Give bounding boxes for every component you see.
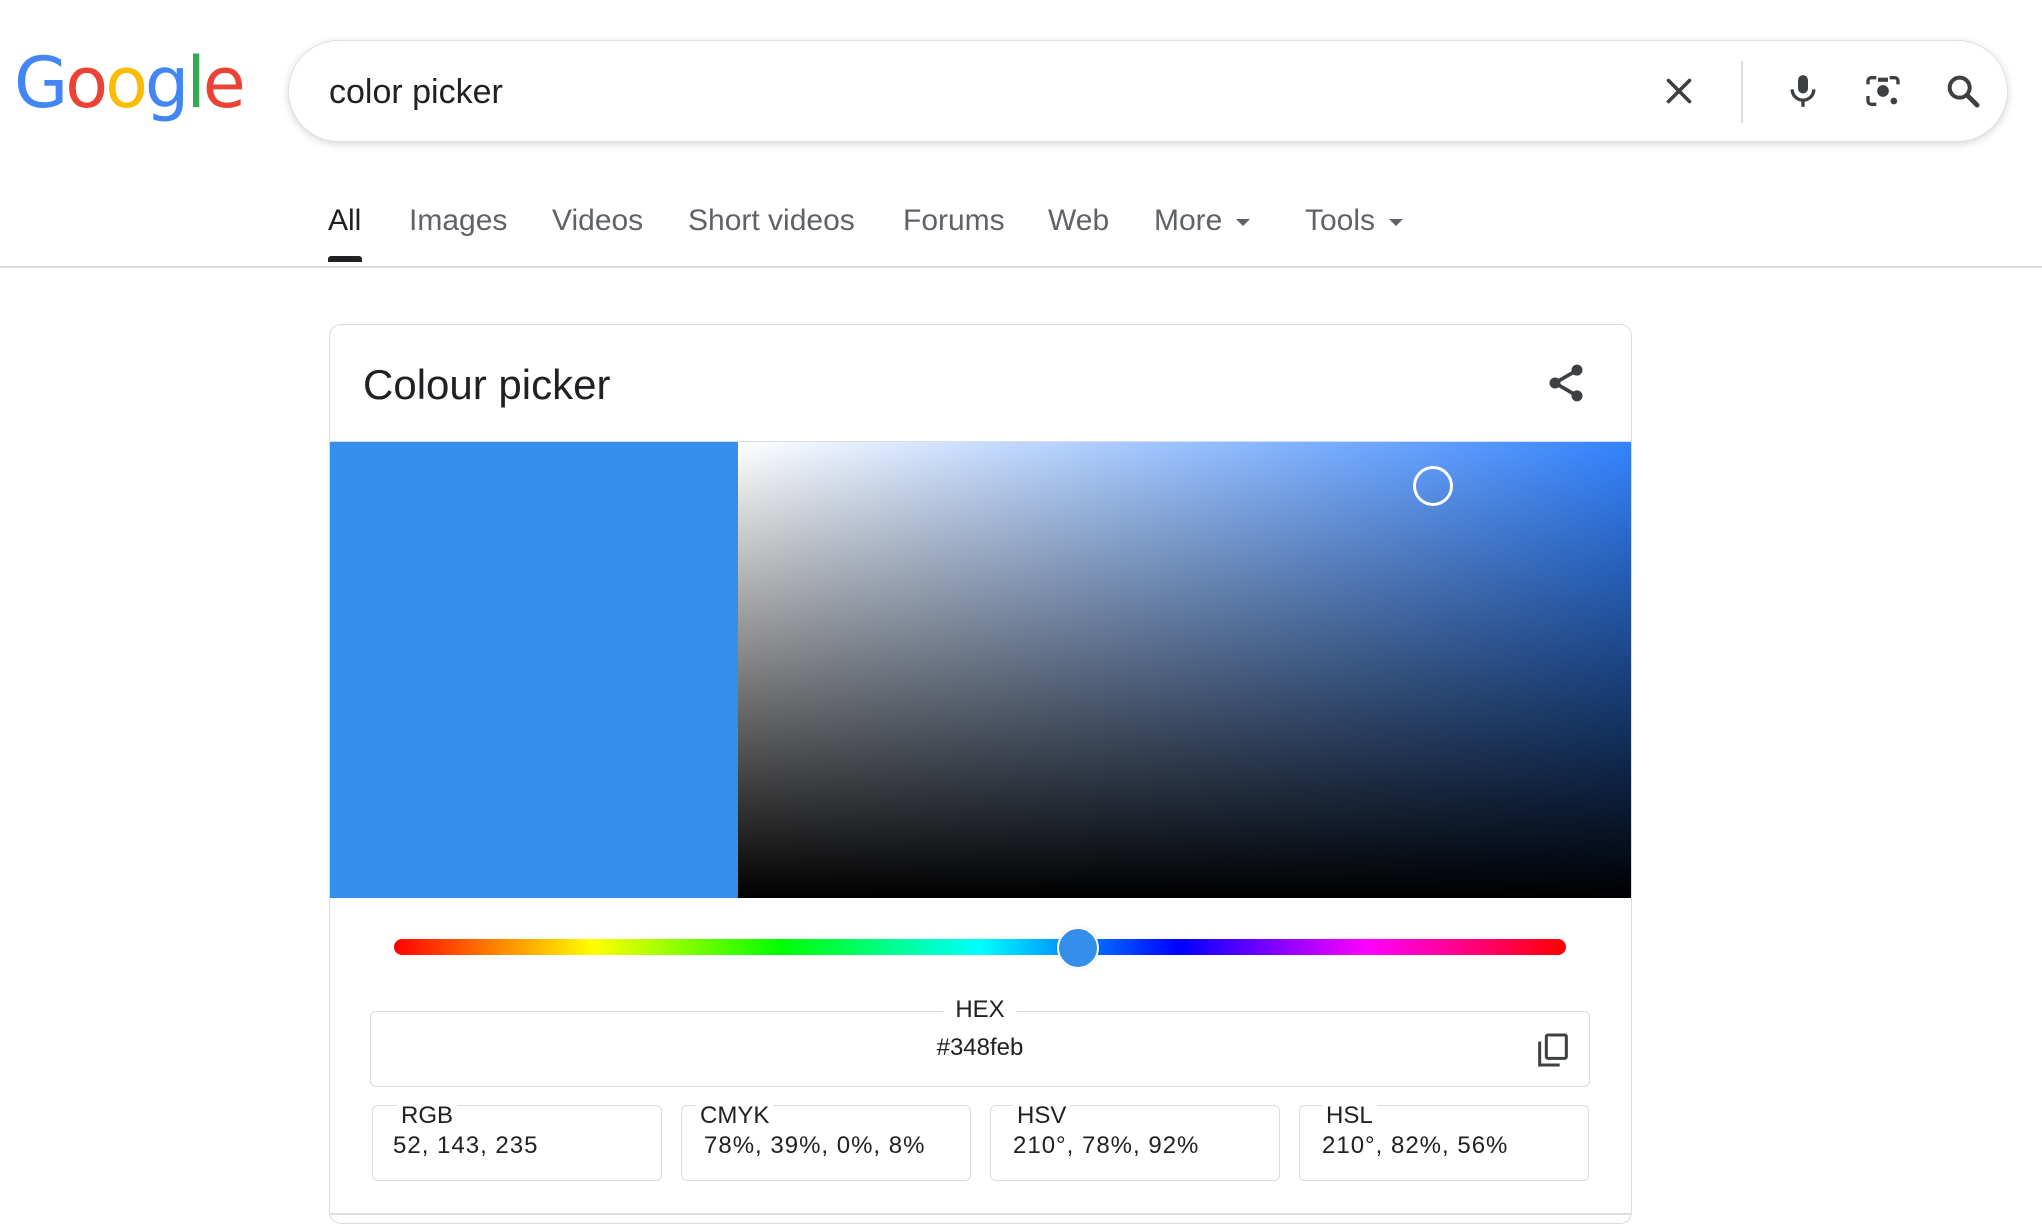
search-input[interactable] [329,67,1529,117]
hsv-value[interactable]: 210°, 78%, 92% [1013,1132,1199,1160]
cmyk-value[interactable]: 78%, 39%, 0%, 8% [704,1132,925,1160]
logo-letter: e [202,42,246,124]
hex-value[interactable]: #348feb [371,1034,1589,1062]
hsv-label: HSV [1013,1102,1071,1130]
chevron-down-icon [1236,218,1251,226]
card-divider [330,1213,1631,1215]
share-icon [1549,364,1583,402]
tab-label: All [328,204,362,237]
tab-forums[interactable]: Forums [903,204,1005,238]
hsl-field: HSL 210°, 82%, 56% [1299,1102,1589,1181]
saturation-value-handle[interactable] [1413,466,1453,506]
logo-letter: g [144,42,189,124]
tab-videos[interactable]: Videos [552,204,643,238]
google-logo[interactable]: Google [14,48,246,118]
widget-title: Colour picker [363,361,611,408]
tab-all[interactable]: All [328,204,361,238]
copy-icon [1538,1033,1568,1067]
saturation-value-plane[interactable] [738,442,1631,898]
tab-images[interactable]: Images [409,204,507,238]
tab-short-videos[interactable]: Short videos [688,204,855,238]
hex-label: HEX [943,996,1017,1024]
search-button[interactable] [1935,63,1991,119]
hex-field: HEX #348feb [370,996,1590,1087]
cmyk-label: CMYK [696,1102,774,1130]
logo-letter: G [14,42,68,124]
hsv-field: HSV 210°, 78%, 92% [990,1102,1280,1181]
voice-search-button[interactable] [1775,63,1831,119]
chevron-down-icon [1389,218,1404,226]
tab-label: Videos [552,204,644,237]
logo-letter: o [65,42,108,124]
rgb-value[interactable]: 52, 143, 235 [393,1132,538,1160]
search-tabs: All Images Videos Short videos Forums We… [0,190,2042,268]
hsl-value[interactable]: 210°, 82%, 56% [1322,1132,1508,1160]
hue-slider-track[interactable] [394,939,1566,955]
close-icon [1666,78,1692,104]
tab-label: Short videos [688,204,855,237]
tab-web[interactable]: Web [1048,204,1109,238]
active-tab-indicator [328,256,362,262]
search-icon [1947,75,1980,108]
camera-lens-icon [1866,76,1900,106]
rgb-field: RGB 52, 143, 235 [372,1102,662,1181]
rgb-label: RGB [397,1102,458,1130]
tab-more[interactable]: More [1154,204,1251,238]
selected-color-swatch [330,442,738,898]
colour-picker-card: Colour picker HEX #348feb RGB 52, 143, 2… [329,324,1632,1224]
tab-label: Forums [903,204,1005,237]
tab-label: Tools [1305,204,1376,237]
logo-letter: l [186,42,206,124]
share-button[interactable] [1536,353,1596,413]
tab-tools[interactable]: Tools [1305,204,1404,238]
hsl-label: HSL [1322,1102,1377,1130]
logo-letter: o [105,42,148,124]
search-box-divider [1741,61,1743,123]
picker-area [330,441,1631,898]
cmyk-field: CMYK 78%, 39%, 0%, 8% [681,1102,971,1181]
microphone-icon [1790,75,1816,107]
tab-label: More [1154,204,1223,237]
tab-label: Web [1048,204,1110,237]
clear-search-button[interactable] [1651,63,1707,119]
hue-slider-thumb[interactable] [1056,927,1099,969]
search-box [288,40,2008,142]
copy-hex-button[interactable] [1529,1026,1577,1074]
search-by-image-button[interactable] [1855,63,1911,119]
tab-label: Images [409,204,508,237]
